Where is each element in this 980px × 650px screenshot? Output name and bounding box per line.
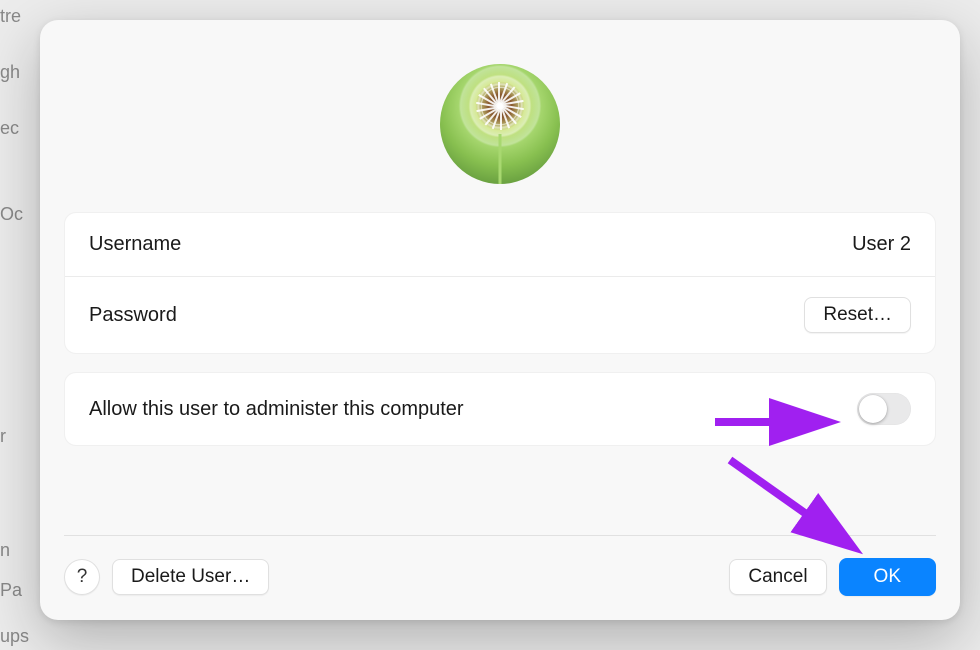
- admin-label: Allow this user to administer this compu…: [89, 398, 464, 421]
- password-label: Password: [89, 304, 177, 327]
- credentials-group: Username User 2 Password Reset…: [64, 212, 936, 354]
- help-icon: ?: [77, 566, 88, 588]
- admin-row: Allow this user to administer this compu…: [65, 373, 935, 445]
- bg-fragment: n: [0, 540, 10, 561]
- bg-fragment: gh: [0, 62, 20, 83]
- user-edit-dialog: Username User 2 Password Reset… Allow th…: [40, 20, 960, 620]
- cancel-button[interactable]: Cancel: [729, 559, 826, 595]
- bg-fragment: ec: [0, 118, 19, 139]
- bg-fragment: r: [0, 426, 6, 447]
- dandelion-icon: [440, 64, 560, 184]
- bg-fragment: Oc: [0, 204, 23, 225]
- reset-password-button[interactable]: Reset…: [804, 297, 911, 333]
- dialog-spacer: [64, 464, 936, 535]
- avatar-container: [64, 44, 936, 212]
- help-button[interactable]: ?: [64, 559, 100, 595]
- admin-toggle[interactable]: [857, 393, 911, 425]
- user-avatar[interactable]: [440, 64, 560, 184]
- ok-button[interactable]: OK: [839, 558, 936, 596]
- username-value: User 2: [852, 233, 911, 256]
- bg-fragment: tre: [0, 6, 21, 27]
- username-row: Username User 2: [65, 213, 935, 276]
- username-label: Username: [89, 233, 181, 256]
- dialog-footer: ? Delete User… Cancel OK: [64, 535, 936, 596]
- bg-fragment: Pa: [0, 580, 22, 601]
- admin-group: Allow this user to administer this compu…: [64, 372, 936, 446]
- delete-user-button[interactable]: Delete User…: [112, 559, 269, 595]
- bg-fragment: ups: [0, 626, 29, 647]
- toggle-knob: [859, 395, 887, 423]
- password-row: Password Reset…: [65, 276, 935, 353]
